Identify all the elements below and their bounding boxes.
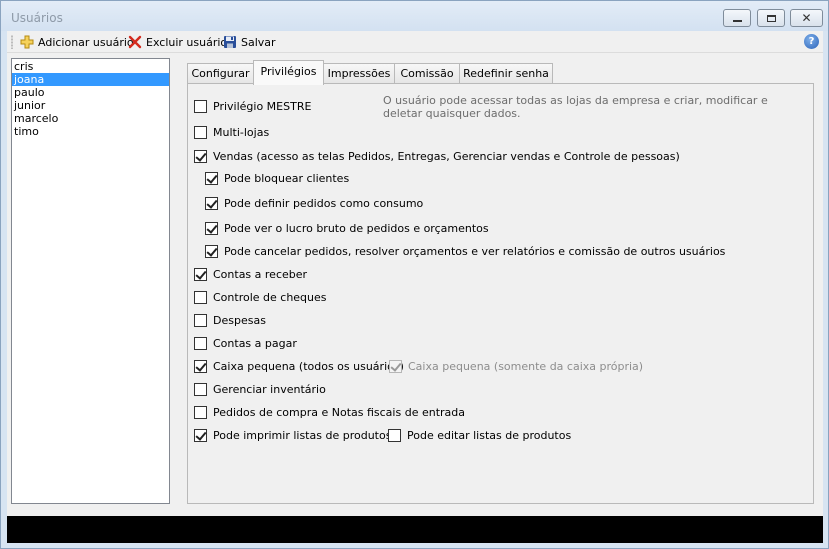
caixa-pequena-todos-checkbox[interactable]: Caixa pequena (todos os usuários) [194,360,404,373]
checkbox-box [194,406,207,419]
lucro-bruto-checkbox[interactable]: Pode ver o lucro bruto de pedidos e orça… [205,222,489,235]
despesas-checkbox[interactable]: Despesas [194,314,266,327]
save-label: Salvar [241,35,276,49]
pedidos-consumo-checkbox[interactable]: Pode definir pedidos como consumo [205,197,423,210]
minimize-icon [732,20,742,22]
checkbox-box [194,383,207,396]
status-bar [7,516,823,543]
delete-user-label: Excluir usuário [146,35,228,49]
checkbox-box [194,268,207,281]
tab-impressoes[interactable]: Impressões [323,63,395,84]
close-icon: ✕ [801,11,812,25]
checkbox-box [194,150,207,163]
user-list-item[interactable]: cris [12,60,169,73]
checkbox-label: Caixa pequena (todos os usuários) [213,360,404,373]
tab-redefinir-senha[interactable]: Redefinir senha [459,63,553,84]
tab-configurar[interactable]: Configurar [187,63,254,84]
save-button[interactable]: Salvar [220,33,278,51]
checkbox-box [389,360,402,373]
close-button[interactable]: ✕ [790,9,823,27]
user-list-item[interactable]: marcelo [12,112,169,125]
checkbox-label: Pode definir pedidos como consumo [224,197,424,210]
toolbar: Adicionar usuário Excluir usuário Salvar… [7,31,823,53]
restore-icon [766,14,776,22]
plus-icon [19,34,35,50]
user-list-item[interactable]: junior [12,99,169,112]
checkbox-label: Contas a pagar [213,337,297,350]
checkbox-box [194,337,207,350]
checkbox-label: Multi-lojas [213,126,270,139]
window-client: Adicionar usuário Excluir usuário Salvar… [7,31,823,543]
checkbox-box [205,172,218,185]
checkbox-box [194,429,207,442]
checkbox-label: Pode editar listas de produtos [407,429,572,442]
imprimir-listas-checkbox[interactable]: Pode imprimir listas de produtos [194,429,391,442]
title-bar[interactable]: Usuários ✕ [1,1,828,31]
cancelar-pedidos-checkbox[interactable]: Pode cancelar pedidos, resolver orçament… [205,245,725,258]
minimize-button[interactable] [723,9,751,27]
bloquear-clientes-checkbox[interactable]: Pode bloquear clientes [205,172,349,185]
user-list[interactable]: cris joana paulo junior marcelo timo [11,58,170,504]
editar-listas-checkbox[interactable]: Pode editar listas de produtos [388,429,571,442]
add-user-button[interactable]: Adicionar usuário [17,33,136,51]
delete-user-button[interactable]: Excluir usuário [125,33,229,51]
privilegio-mestre-checkbox[interactable]: Privilégio MESTRE [194,100,311,113]
checkbox-box [205,222,218,235]
floppy-disk-icon [222,34,238,50]
checkbox-label: Pode cancelar pedidos, resolver orçament… [224,245,726,258]
checkbox-box [205,197,218,210]
checkbox-label: Gerenciar inventário [213,383,326,396]
checkbox-box [205,245,218,258]
toolbar-grip-icon[interactable] [11,35,13,49]
checkbox-label: Privilégio MESTRE [213,100,312,113]
user-list-item-selected[interactable]: joana [12,73,169,86]
checkbox-label: Caixa pequena (somente da caixa própria) [408,360,644,373]
delete-x-icon [127,34,143,50]
window-title: Usuários [11,11,63,25]
caixa-pequena-propria-checkbox[interactable]: Caixa pequena (somente da caixa própria) [389,360,643,373]
multi-lojas-checkbox[interactable]: Multi-lojas [194,126,269,139]
checkbox-box [194,291,207,304]
help-icon[interactable]: ? [804,34,819,49]
checkbox-box [388,429,401,442]
controle-cheques-checkbox[interactable]: Controle de cheques [194,291,327,304]
gerenciar-inventario-checkbox[interactable]: Gerenciar inventário [194,383,326,396]
checkbox-label: Vendas (acesso as telas Pedidos, Entrega… [213,150,680,163]
add-user-label: Adicionar usuário [38,35,134,49]
privileges-panel: Privilégio MESTRE O usuário pode acessar… [187,83,814,504]
checkbox-label: Pode imprimir listas de produtos [213,429,392,442]
checkbox-box [194,360,207,373]
tab-comissao[interactable]: Comissão [394,63,460,84]
checkbox-label: Pode bloquear clientes [224,172,350,185]
contas-pagar-checkbox[interactable]: Contas a pagar [194,337,297,350]
checkbox-box [194,314,207,327]
checkbox-label: Controle de cheques [213,291,327,304]
pedidos-compra-checkbox[interactable]: Pedidos de compra e Notas fiscais de ent… [194,406,465,419]
checkbox-label: Contas a receber [213,268,308,281]
checkbox-box [194,100,207,113]
vendas-checkbox[interactable]: Vendas (acesso as telas Pedidos, Entrega… [194,150,680,163]
checkbox-label: Despesas [213,314,266,327]
maximize-button[interactable] [757,9,785,27]
checkbox-box [194,126,207,139]
users-window: Usuários ✕ Adicionar usuário Excluir usu… [0,0,829,549]
user-list-item[interactable]: paulo [12,86,169,99]
user-list-item[interactable]: timo [12,125,169,138]
checkbox-label: Pode ver o lucro bruto de pedidos e orça… [224,222,489,235]
checkbox-label: Pedidos de compra e Notas fiscais de ent… [213,406,465,419]
mestre-description: O usuário pode acessar todas as lojas da… [383,94,768,120]
tab-privilegios[interactable]: Privilégios [253,60,324,85]
contas-receber-checkbox[interactable]: Contas a receber [194,268,307,281]
